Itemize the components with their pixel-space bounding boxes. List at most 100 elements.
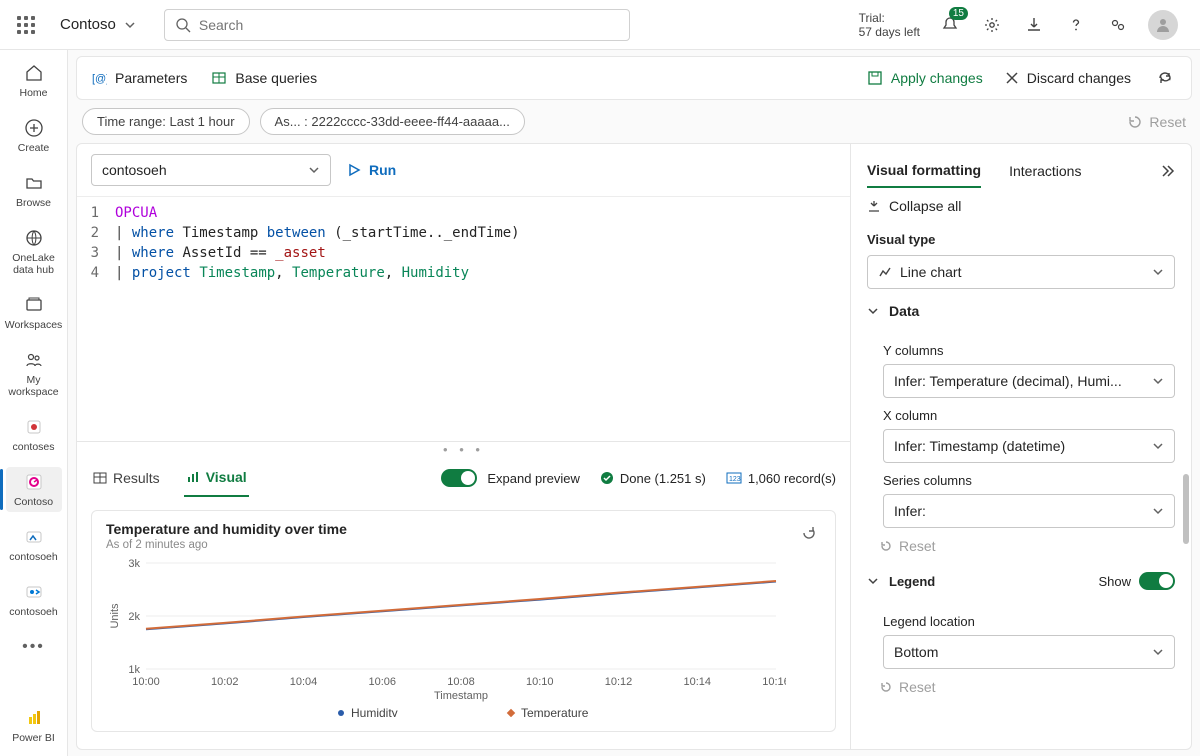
legend-location-label: Legend location bbox=[883, 614, 1175, 629]
reset-icon bbox=[879, 539, 893, 553]
success-check-icon bbox=[600, 471, 614, 485]
chevron-down-icon bbox=[308, 164, 320, 176]
svg-text:Timestamp: Timestamp bbox=[434, 690, 488, 702]
settings-gear-icon[interactable] bbox=[980, 13, 1004, 37]
y-columns-label: Y columns bbox=[883, 343, 1175, 358]
powerbi-icon bbox=[25, 709, 43, 727]
resize-handle[interactable]: • • • bbox=[77, 442, 850, 456]
legend-section-label[interactable]: Legend bbox=[889, 574, 935, 589]
data-section-header[interactable]: Data bbox=[851, 289, 1191, 325]
feedback-icon[interactable] bbox=[1106, 13, 1130, 37]
refresh-icon[interactable] bbox=[1153, 66, 1177, 90]
legend-location-select[interactable]: Bottom bbox=[883, 635, 1175, 669]
people-icon bbox=[24, 350, 44, 370]
main-area: [@] Parameters Base queries Apply change… bbox=[68, 50, 1200, 756]
done-status: Done (1.251 s) bbox=[620, 471, 706, 486]
table-icon bbox=[211, 70, 227, 86]
reset-filters-button[interactable]: Reset bbox=[1127, 114, 1186, 130]
download-icon[interactable] bbox=[1022, 13, 1046, 37]
home-icon bbox=[24, 63, 44, 83]
nav-my-workspace[interactable]: My workspace bbox=[6, 345, 62, 402]
dashboard-icon bbox=[25, 473, 43, 491]
grid-icon bbox=[93, 471, 107, 485]
nav-contoso[interactable]: Contoso bbox=[6, 467, 62, 512]
show-label: Show bbox=[1098, 574, 1131, 589]
reset-icon bbox=[1127, 114, 1143, 130]
y-columns-select[interactable]: Infer: Temperature (decimal), Humi... bbox=[883, 364, 1175, 398]
nav-powerbi[interactable]: Power BI bbox=[6, 703, 62, 748]
nav-more[interactable]: ••• bbox=[6, 632, 62, 662]
x-column-select[interactable]: Infer: Timestamp (datetime) bbox=[883, 429, 1175, 463]
tab-results[interactable]: Results bbox=[91, 460, 162, 496]
person-icon bbox=[1154, 16, 1172, 34]
legend-reset-button[interactable]: Reset bbox=[851, 669, 1191, 699]
nav-contoses[interactable]: contoses bbox=[6, 412, 62, 457]
run-button[interactable]: Run bbox=[347, 162, 396, 178]
content-split: contosoeh Run 1234 OPCUA | where Timesta… bbox=[76, 143, 1192, 750]
expand-preview-toggle[interactable] bbox=[441, 469, 477, 487]
chart-refresh-icon[interactable] bbox=[797, 521, 821, 545]
series-columns-select[interactable]: Infer: bbox=[883, 494, 1175, 528]
nav-contosoeh-1[interactable]: contosoeh bbox=[6, 522, 62, 567]
chart-card: Temperature and humidity over time As of… bbox=[91, 510, 836, 732]
workspace-switcher[interactable]: Contoso bbox=[60, 16, 136, 33]
time-range-pill[interactable]: Time range: Last 1 hour bbox=[82, 108, 250, 135]
editor-pane: contosoeh Run 1234 OPCUA | where Timesta… bbox=[77, 144, 851, 749]
data-reset-button[interactable]: Reset bbox=[851, 528, 1191, 558]
nav-contosoeh-2[interactable]: contosoeh bbox=[6, 577, 62, 622]
tab-interactions[interactable]: Interactions bbox=[1009, 155, 1081, 187]
nav-create[interactable]: Create bbox=[6, 113, 62, 158]
line-chart: 1k2k3k10:0010:0210:0410:0610:0810:1010:1… bbox=[106, 557, 786, 717]
base-queries-button[interactable]: Base queries bbox=[211, 70, 317, 86]
trial-status: Trial: 57 days left bbox=[859, 11, 920, 39]
apply-changes-button[interactable]: Apply changes bbox=[867, 70, 983, 86]
help-icon[interactable] bbox=[1064, 13, 1088, 37]
tab-visual[interactable]: Visual bbox=[184, 459, 249, 497]
nav-onelake[interactable]: OneLake data hub bbox=[6, 223, 62, 280]
parameters-button[interactable]: [@] Parameters bbox=[91, 70, 187, 86]
app-launcher-icon[interactable] bbox=[8, 7, 44, 43]
expand-panel-icon[interactable] bbox=[1159, 163, 1175, 179]
db-icon bbox=[25, 418, 43, 436]
collapse-all-button[interactable]: Collapse all bbox=[851, 188, 1191, 224]
stream-icon bbox=[25, 528, 43, 546]
chevron-down-icon bbox=[867, 305, 879, 317]
svg-text:10:02: 10:02 bbox=[211, 676, 239, 688]
search-input[interactable] bbox=[164, 9, 630, 41]
save-icon bbox=[867, 70, 883, 86]
svg-text:Units: Units bbox=[109, 603, 121, 629]
code-body[interactable]: OPCUA | where Timestamp between (_startT… bbox=[105, 197, 850, 441]
svg-text:123: 123 bbox=[729, 476, 741, 483]
svg-text:10:16: 10:16 bbox=[762, 676, 786, 688]
chevron-down-icon bbox=[1152, 440, 1164, 452]
search-icon bbox=[175, 17, 191, 33]
legend-show-toggle[interactable] bbox=[1139, 572, 1175, 590]
svg-text:10:06: 10:06 bbox=[368, 676, 396, 688]
record-count: 1,060 record(s) bbox=[748, 471, 836, 486]
chart-title: Temperature and humidity over time bbox=[106, 521, 347, 537]
scrollbar[interactable] bbox=[1183, 474, 1189, 544]
tab-visual-formatting[interactable]: Visual formatting bbox=[867, 154, 981, 188]
results-panel: • • • Results Visual bbox=[77, 441, 850, 746]
left-nav: Home Create Browse OneLake data hub Work… bbox=[0, 50, 68, 756]
query-editor[interactable]: 1234 OPCUA | where Timestamp between (_s… bbox=[77, 197, 850, 441]
chevron-down-icon bbox=[1152, 646, 1164, 658]
search-field[interactable] bbox=[199, 17, 619, 33]
discard-changes-button[interactable]: Discard changes bbox=[1005, 70, 1131, 86]
asset-pill[interactable]: As... : 2222cccc-33dd-eeee-ff44-aaaaa... bbox=[260, 108, 525, 135]
source-dropdown[interactable]: contosoeh bbox=[91, 154, 331, 186]
svg-text:Temperature: Temperature bbox=[521, 706, 589, 717]
reset-icon bbox=[879, 680, 893, 694]
user-avatar[interactable] bbox=[1148, 10, 1178, 40]
nav-workspaces[interactable]: Workspaces bbox=[6, 290, 62, 335]
visual-type-select[interactable]: Line chart bbox=[867, 255, 1175, 289]
nav-home[interactable]: Home bbox=[6, 58, 62, 103]
more-icon: ••• bbox=[23, 636, 45, 658]
chart-icon bbox=[186, 470, 200, 484]
notifications-icon[interactable]: 15 bbox=[938, 13, 962, 37]
nav-browse[interactable]: Browse bbox=[6, 168, 62, 213]
workspace-name: Contoso bbox=[60, 16, 116, 33]
top-bar: Contoso Trial: 57 days left 15 bbox=[0, 0, 1200, 50]
eventhouse-icon bbox=[25, 583, 43, 601]
records-icon: 123 bbox=[726, 471, 742, 485]
